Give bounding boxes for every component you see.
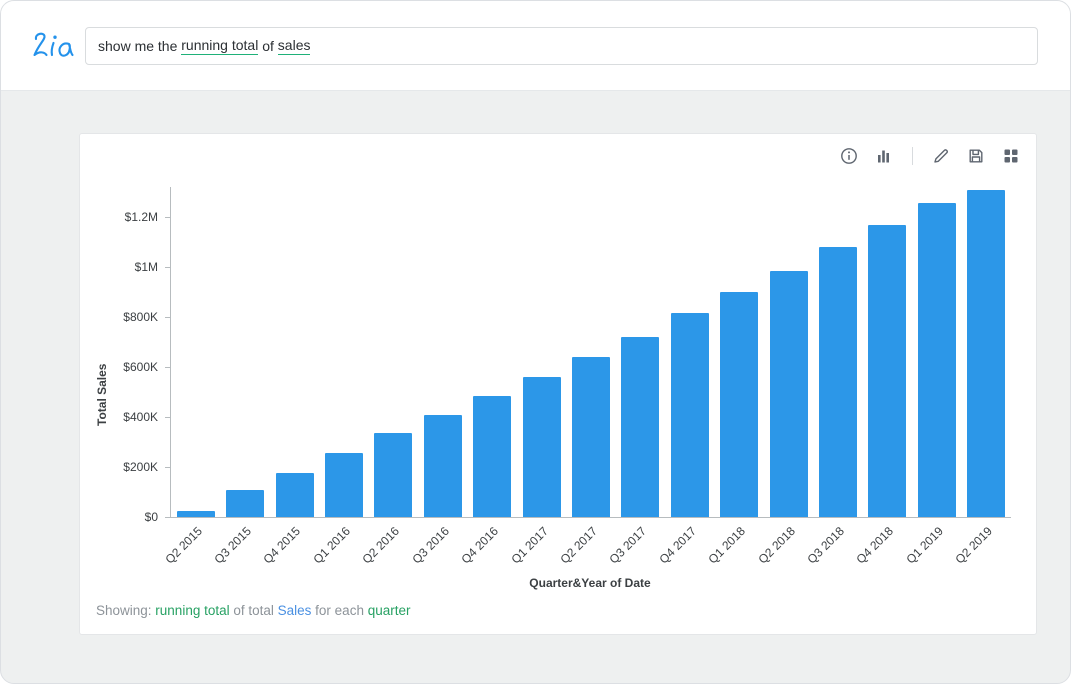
bar-q4-2016[interactable] [473, 396, 511, 517]
chart-toolbar [80, 134, 1036, 176]
bar-q1-2019[interactable] [918, 203, 956, 517]
bar-q1-2017[interactable] [523, 377, 561, 517]
y-tick-label: $1M [135, 259, 158, 275]
grid-icon[interactable] [1002, 147, 1020, 165]
bar-q3-2015[interactable] [226, 490, 264, 518]
query-part: show me the [98, 38, 181, 54]
bar-q4-2018[interactable] [868, 225, 906, 518]
showing-caption: Showing: running total of total Sales fo… [80, 601, 1036, 634]
caption-part: Sales [278, 603, 312, 618]
toolbar-divider [912, 147, 913, 165]
edit-icon[interactable] [932, 147, 950, 165]
search-input[interactable]: show me the running total of sales [85, 27, 1038, 65]
bar-slot [369, 433, 418, 517]
x-tick-cell: Q2 2017 [565, 518, 614, 582]
y-tick-label: $200K [123, 459, 158, 475]
query-part: sales [278, 37, 311, 55]
x-tick-cell: Q4 2015 [269, 518, 318, 582]
caption-part: for each [311, 603, 367, 618]
bar-slot [962, 190, 1011, 518]
x-tick-label: Q2 2015 [162, 524, 204, 566]
bar-slot [467, 396, 516, 517]
y-tick-mark [165, 467, 171, 468]
y-axis-labels: $0$200K$400K$600K$800K$1M$1.2M [80, 187, 170, 517]
bar-q2-2018[interactable] [770, 271, 808, 517]
x-tick-cell: Q4 2017 [664, 518, 713, 582]
header: show me the running total of sales [1, 1, 1070, 91]
caption-part: Showing: [96, 603, 155, 618]
bar-q2-2016[interactable] [374, 433, 412, 517]
x-tick-cell: Q3 2016 [417, 518, 466, 582]
x-tick-cell: Q1 2016 [318, 518, 367, 582]
bars-container [171, 187, 1011, 517]
x-tick-cell: Q1 2019 [911, 518, 960, 582]
x-tick-cell: Q1 2018 [713, 518, 762, 582]
y-tick-mark [165, 417, 171, 418]
bar-slot [517, 377, 566, 517]
bar-slot [171, 511, 220, 517]
caption-part: quarter [368, 603, 411, 618]
query-part: running total [181, 37, 258, 55]
x-tick-cell: Q3 2015 [219, 518, 268, 582]
bar-slot [714, 292, 763, 517]
bar-q2-2017[interactable] [572, 357, 610, 517]
app-window: show me the running total of sales [0, 0, 1071, 684]
bar-q4-2015[interactable] [276, 473, 314, 517]
x-tick-cell: Q3 2018 [812, 518, 861, 582]
bar-q3-2016[interactable] [424, 415, 462, 518]
bar-slot [813, 247, 862, 517]
bar-q1-2016[interactable] [325, 453, 363, 517]
info-icon[interactable] [840, 147, 858, 165]
bar-chart-icon[interactable] [875, 147, 893, 165]
y-tick-mark [165, 317, 171, 318]
bar-slot [418, 415, 467, 518]
bar-slot [912, 203, 961, 517]
zia-logo [27, 27, 79, 65]
x-axis-title: Quarter&Year of Date [170, 576, 1010, 590]
caption-part: of total [230, 603, 278, 618]
x-tick-cell: Q2 2016 [368, 518, 417, 582]
y-tick-label: $0 [145, 509, 158, 525]
bar-q4-2017[interactable] [671, 313, 709, 517]
bar-slot [863, 225, 912, 518]
bar-slot [220, 490, 269, 518]
bar-slot [764, 271, 813, 517]
bar-q2-2015[interactable] [177, 511, 215, 517]
bar-slot [616, 337, 665, 517]
bar-slot [270, 473, 319, 517]
y-tick-mark [165, 217, 171, 218]
bar-q1-2018[interactable] [720, 292, 758, 517]
x-tick-cell: Q4 2016 [466, 518, 515, 582]
query-part: of [258, 38, 277, 54]
y-tick-label: $600K [123, 359, 158, 375]
bar-chart: Total Sales $0$200K$400K$600K$800K$1M$1.… [80, 176, 1036, 601]
bar-slot [319, 453, 368, 517]
x-tick-cell: Q2 2018 [763, 518, 812, 582]
bar-q2-2019[interactable] [967, 190, 1005, 518]
chart-card: Total Sales $0$200K$400K$600K$800K$1M$1.… [79, 133, 1037, 635]
zia-logo-icon [29, 29, 77, 63]
y-tick-label: $1.2M [125, 209, 158, 225]
bar-slot [566, 357, 615, 517]
x-tick-cell: Q4 2018 [862, 518, 911, 582]
y-tick-label: $800K [123, 309, 158, 325]
save-icon[interactable] [967, 147, 985, 165]
caption-part: running total [155, 603, 229, 618]
bar-q3-2017[interactable] [621, 337, 659, 517]
x-axis-labels: Q2 2015Q3 2015Q4 2015Q1 2016Q2 2016Q3 20… [170, 518, 1010, 582]
y-tick-mark [165, 367, 171, 368]
y-tick-label: $400K [123, 409, 158, 425]
x-tick-cell: Q1 2017 [516, 518, 565, 582]
x-tick-cell: Q2 2015 [170, 518, 219, 582]
bar-q3-2018[interactable] [819, 247, 857, 517]
y-tick-mark [165, 267, 171, 268]
bar-slot [665, 313, 714, 517]
x-tick-cell: Q2 2019 [961, 518, 1010, 582]
x-tick-cell: Q3 2017 [615, 518, 664, 582]
plot-area [170, 187, 1011, 518]
